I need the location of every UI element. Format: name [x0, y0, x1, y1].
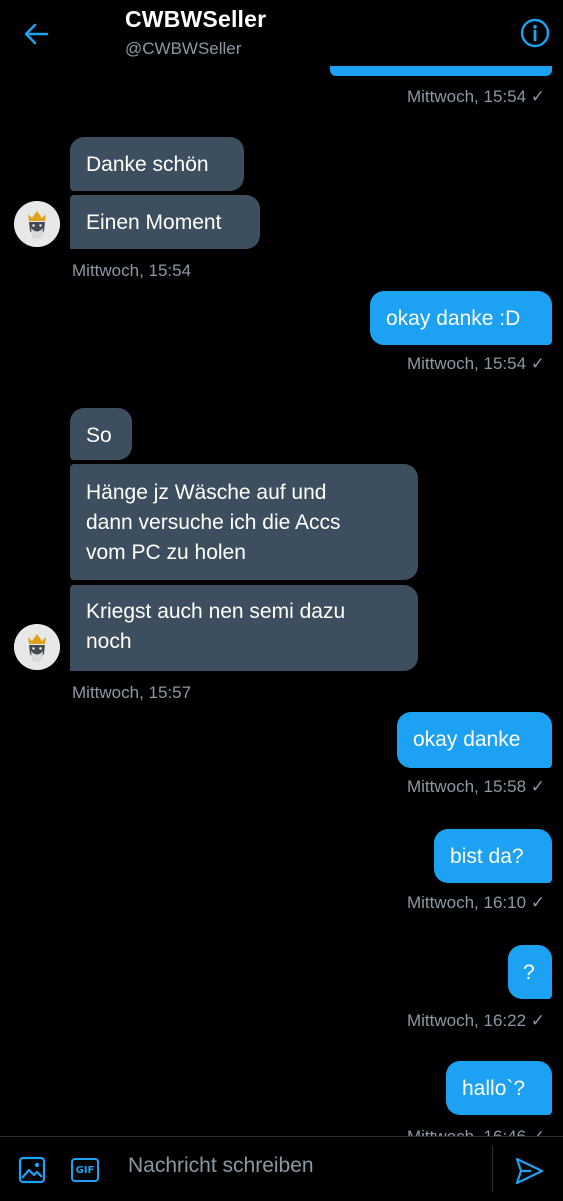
message-text: So	[86, 424, 112, 447]
send-icon	[515, 1157, 544, 1185]
message-timestamp: Mittwoch, 16:10 ✓	[406, 893, 545, 912]
image-icon	[18, 1156, 46, 1184]
outgoing-message-bubble[interactable]: hallo`?	[446, 1061, 552, 1115]
message-timestamp: Mittwoch, 15:58 ✓	[406, 777, 545, 796]
message-timestamp: Mittwoch, 16:22 ✓	[406, 1011, 545, 1030]
arrow-left-icon	[24, 23, 49, 45]
message-text: ?	[523, 961, 535, 984]
message-text: Danke schön	[86, 153, 209, 176]
gif-icon: GIF	[71, 1158, 99, 1182]
outgoing-message-bubble[interactable]: ?	[508, 945, 552, 999]
back-button[interactable]	[18, 16, 54, 52]
message-timestamp: Mittwoch, 15:54	[72, 261, 192, 280]
send-button[interactable]	[513, 1155, 545, 1192]
info-icon	[520, 18, 550, 48]
message-text-line: Kriegst auch nen semi dazu	[86, 600, 346, 623]
composer-divider	[492, 1146, 493, 1192]
king-logo-icon	[14, 624, 60, 670]
incoming-message-bubble[interactable]: So	[70, 408, 132, 460]
message-text-line: vom PC zu holen	[86, 541, 246, 564]
incoming-message-bubble[interactable]: Kriegst auch nen semi dazu noch	[70, 585, 418, 671]
sender-avatar[interactable]	[14, 624, 60, 670]
incoming-message-bubble[interactable]: Einen Moment	[70, 195, 260, 249]
conversation-header: CWBWSeller @CWBWSeller	[0, 0, 563, 70]
message-text: okay danke :D	[386, 307, 521, 330]
message-input[interactable]: Nachricht schreiben	[128, 1154, 314, 1178]
gif-label: GIF	[75, 1164, 95, 1176]
king-logo-icon	[14, 201, 60, 247]
message-text-line: Hänge jz Wäsche auf und	[86, 481, 327, 504]
message-timestamp: Mittwoch, 15:57	[72, 683, 192, 702]
message-timestamp: Mittwoch, 15:54 ✓	[406, 87, 545, 106]
outgoing-message-bubble[interactable]: bist da?	[434, 829, 552, 883]
image-button[interactable]	[18, 1156, 46, 1189]
message-timestamp: Mittwoch, 15:54 ✓	[406, 354, 545, 373]
message-text: Einen Moment	[86, 211, 222, 234]
incoming-message-bubble[interactable]: Hänge jz Wäsche auf und dann versuche ic…	[70, 464, 418, 580]
info-button[interactable]	[518, 16, 552, 50]
conversation-handle: @CWBWSeller	[125, 39, 242, 58]
conversation-title[interactable]: CWBWSeller	[125, 6, 266, 33]
message-text-line: dann versuche ich die Accs	[86, 511, 341, 534]
outgoing-message-bubble[interactable]: okay danke :D	[370, 291, 552, 345]
outgoing-message-bubble[interactable]: okay danke	[397, 712, 552, 768]
message-text: okay danke	[413, 728, 521, 751]
message-text: bist da?	[450, 845, 524, 868]
sender-avatar[interactable]	[14, 201, 60, 247]
previous-message-bubble[interactable]	[330, 66, 552, 76]
message-text: hallo`?	[462, 1077, 526, 1100]
message-text-line: noch	[86, 630, 132, 653]
gif-button[interactable]: GIF	[71, 1156, 103, 1184]
incoming-message-bubble[interactable]: Danke schön	[70, 137, 244, 191]
